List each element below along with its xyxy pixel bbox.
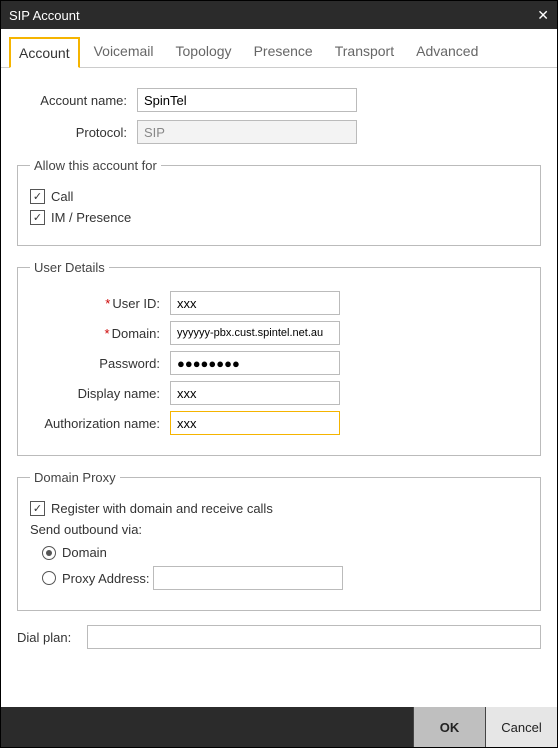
titlebar: SIP Account ✕	[1, 1, 557, 29]
protocol-input	[137, 120, 357, 144]
tab-strip: Account Voicemail Topology Presence Tran…	[1, 29, 557, 68]
tab-transport[interactable]: Transport	[327, 37, 402, 67]
footer: OK Cancel	[1, 707, 557, 747]
radio-domain[interactable]	[42, 546, 56, 560]
account-name-label: Account name:	[17, 93, 137, 108]
tab-content: Account name: Protocol: Allow this accou…	[1, 68, 557, 707]
user-id-input[interactable]	[170, 291, 340, 315]
account-name-input[interactable]	[137, 88, 357, 112]
password-label: Password:	[30, 356, 170, 371]
window-title: SIP Account	[9, 8, 80, 23]
im-presence-checkbox[interactable]: ✓	[30, 210, 45, 225]
tab-account[interactable]: Account	[9, 37, 80, 68]
dial-plan-input[interactable]	[87, 625, 541, 649]
password-input[interactable]	[170, 351, 340, 375]
close-icon[interactable]: ✕	[537, 7, 549, 24]
call-label: Call	[51, 189, 73, 204]
cancel-button[interactable]: Cancel	[485, 707, 557, 747]
user-id-label: *User ID:	[30, 296, 170, 311]
im-presence-label: IM / Presence	[51, 210, 131, 225]
display-name-label: Display name:	[30, 386, 170, 401]
send-outbound-label: Send outbound via:	[30, 522, 528, 537]
radio-domain-label: Domain	[62, 545, 107, 560]
domain-input[interactable]	[170, 321, 340, 345]
call-checkbox[interactable]: ✓	[30, 189, 45, 204]
register-checkbox[interactable]: ✓	[30, 501, 45, 516]
tab-advanced[interactable]: Advanced	[408, 37, 486, 67]
auth-name-input[interactable]	[170, 411, 340, 435]
domain-proxy-fieldset: Domain Proxy ✓ Register with domain and …	[17, 470, 541, 611]
user-details-fieldset: User Details *User ID: *Domain: Password…	[17, 260, 541, 456]
proxy-address-input[interactable]	[153, 566, 343, 590]
ok-button[interactable]: OK	[413, 707, 485, 747]
display-name-input[interactable]	[170, 381, 340, 405]
radio-proxy[interactable]	[42, 571, 56, 585]
allow-fieldset: Allow this account for ✓ Call ✓ IM / Pre…	[17, 158, 541, 246]
dial-plan-label: Dial plan:	[17, 630, 87, 645]
auth-name-label: Authorization name:	[30, 416, 170, 431]
domain-label: *Domain:	[30, 326, 170, 341]
allow-legend: Allow this account for	[30, 158, 161, 173]
radio-proxy-label: Proxy Address:	[62, 571, 149, 586]
protocol-label: Protocol:	[17, 125, 137, 140]
tab-voicemail[interactable]: Voicemail	[86, 37, 162, 67]
register-label: Register with domain and receive calls	[51, 501, 273, 516]
domain-proxy-legend: Domain Proxy	[30, 470, 120, 485]
tab-topology[interactable]: Topology	[168, 37, 240, 67]
tab-presence[interactable]: Presence	[246, 37, 321, 67]
user-details-legend: User Details	[30, 260, 109, 275]
